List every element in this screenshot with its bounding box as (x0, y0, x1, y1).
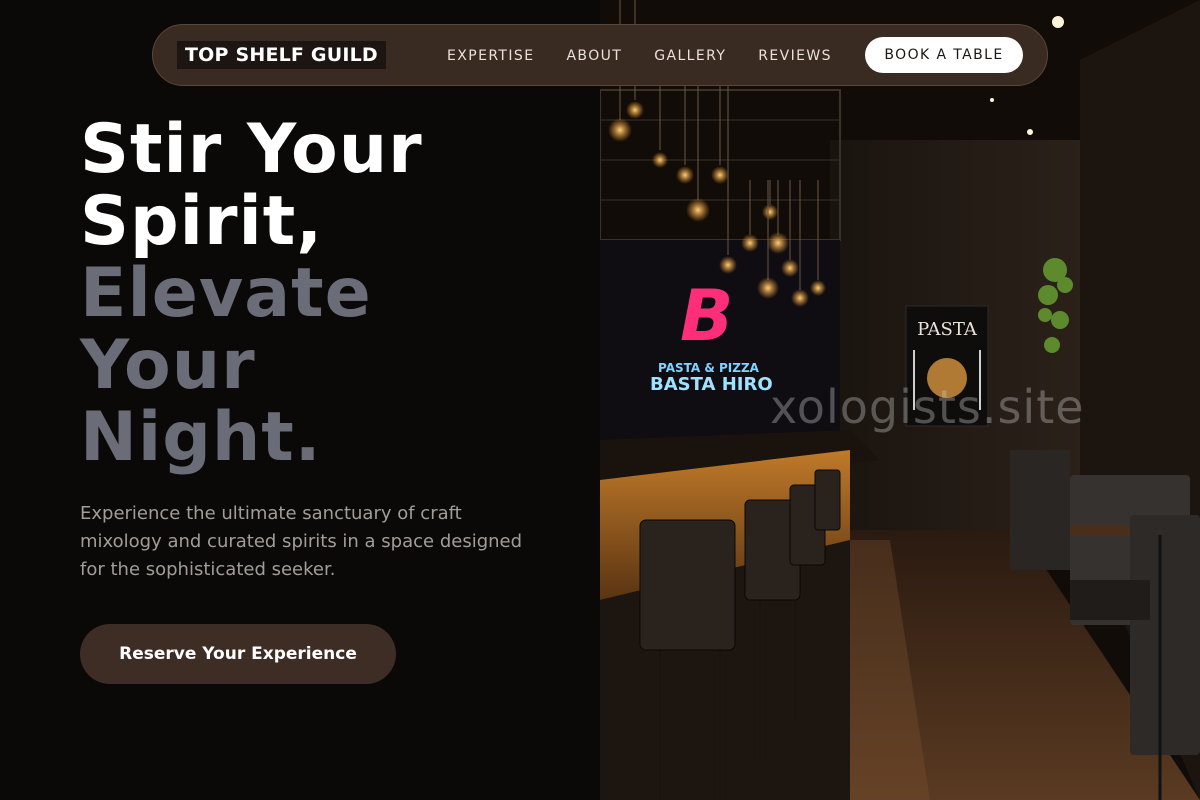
hero-title-line-1: Stir Your (80, 110, 423, 189)
neon-letter: B (680, 275, 733, 357)
nav-link-reviews[interactable]: REVIEWS (758, 48, 832, 64)
hero-title-line-4: Your (80, 326, 256, 405)
hero-subtitle: Experience the ultimate sanctuary of cra… (80, 503, 523, 580)
hero-title: Stir Your Spirit, Elevate Your Night. (80, 114, 580, 474)
poster-title: PASTA (917, 319, 978, 340)
book-table-button[interactable]: BOOK A TABLE (865, 37, 1023, 73)
neon-sign-top: PASTA & PIZZA (658, 361, 760, 375)
page: B PASTA & PIZZA BASTA HIRO PASTA TOP SHE… (0, 0, 1200, 800)
reserve-experience-button[interactable]: Reserve Your Experience (80, 624, 396, 684)
nav-links: EXPERTISE ABOUT GALLERY REVIEWS (447, 25, 864, 87)
neon-sign-main: BASTA HIRO (650, 374, 773, 395)
nav-link-expertise[interactable]: EXPERTISE (447, 48, 534, 64)
nav-link-gallery[interactable]: GALLERY (654, 48, 726, 64)
top-navigation: TOP SHELF GUILD EXPERTISE ABOUT GALLERY … (152, 24, 1048, 86)
brand-logo[interactable]: TOP SHELF GUILD (177, 41, 386, 69)
nav-link-about[interactable]: ABOUT (566, 48, 622, 64)
hero-title-line-5: Night. (80, 398, 322, 477)
watermark-text: xologists.site (770, 380, 1085, 434)
hero-title-line-3: Elevate (80, 254, 372, 333)
hero-title-line-2: Spirit, (80, 182, 324, 261)
